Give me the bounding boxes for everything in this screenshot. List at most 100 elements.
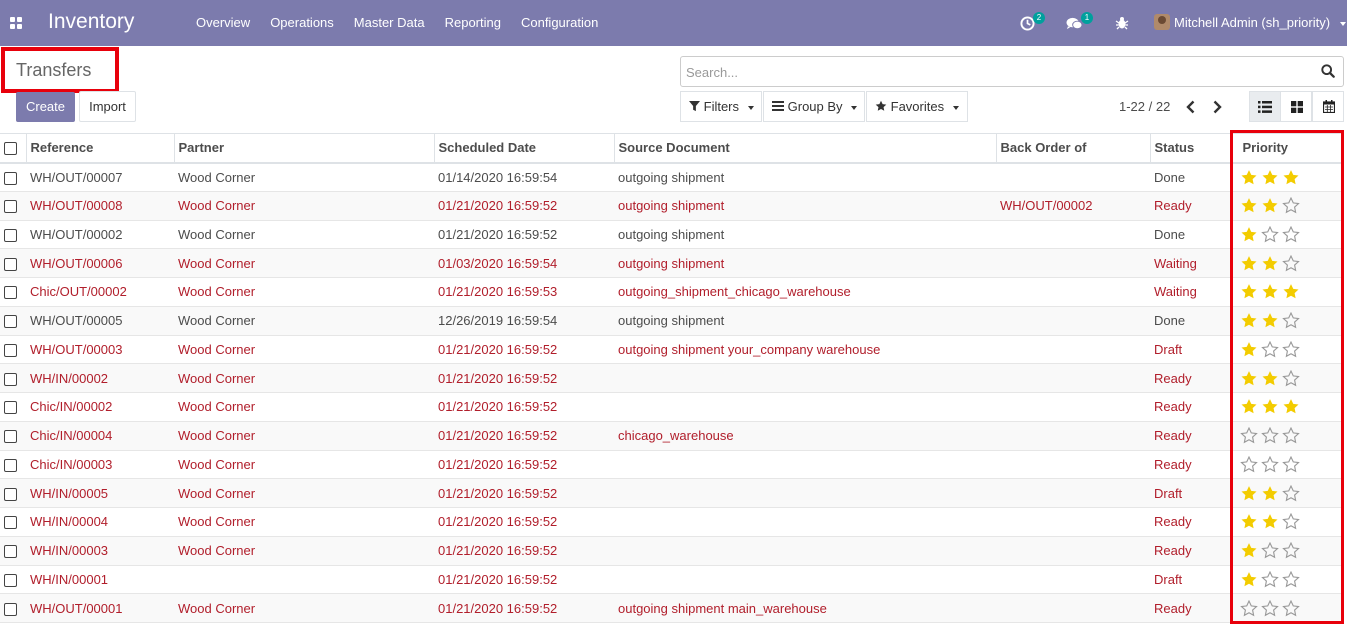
star-empty-icon[interactable] <box>1282 513 1300 530</box>
table-row[interactable]: WH/IN/00001 01/21/2020 16:59:52 Draft <box>0 565 1343 595</box>
row-select-cell[interactable] <box>0 306 26 336</box>
row-checkbox[interactable] <box>4 401 17 415</box>
row-checkbox[interactable] <box>4 286 17 300</box>
create-button[interactable]: Create <box>16 92 75 122</box>
row-select-cell[interactable] <box>0 536 26 566</box>
row-checkbox[interactable] <box>4 602 17 616</box>
row-select-cell[interactable] <box>0 277 26 307</box>
table-row[interactable]: WH/OUT/00006 Wood Corner 01/03/2020 16:59:… <box>0 248 1343 278</box>
star-empty-icon[interactable] <box>1282 312 1300 329</box>
star-empty-icon[interactable] <box>1240 427 1258 444</box>
star-empty-icon[interactable] <box>1240 599 1258 617</box>
star-filled-icon[interactable] <box>1240 513 1258 530</box>
select-all-cell[interactable] <box>0 133 27 164</box>
star-filled-icon[interactable] <box>1282 169 1300 186</box>
row-checkbox[interactable] <box>4 487 17 501</box>
group-by-button[interactable]: Group By <box>763 91 865 122</box>
menu-reporting[interactable]: Reporting <box>445 15 501 30</box>
star-empty-icon[interactable] <box>1282 340 1300 358</box>
column-back-order-of[interactable]: Back Order of <box>996 133 1151 164</box>
star-empty-icon[interactable] <box>1282 542 1300 559</box>
calendar-view-button[interactable] <box>1312 91 1344 122</box>
star-filled-icon[interactable] <box>1240 398 1258 415</box>
star-filled-icon[interactable] <box>1240 485 1258 502</box>
star-empty-icon[interactable] <box>1282 427 1300 444</box>
star-empty-icon[interactable] <box>1261 455 1279 473</box>
row-select-cell[interactable] <box>0 593 26 623</box>
row-select-cell[interactable] <box>0 162 26 192</box>
activity-button[interactable]: 2 <box>1020 12 1050 33</box>
search-icon[interactable] <box>1321 64 1335 78</box>
table-row[interactable]: WH/OUT/00007 Wood Corner 01/14/2020 16:59:… <box>0 162 1343 192</box>
row-select-cell[interactable] <box>0 392 26 422</box>
star-filled-icon[interactable] <box>1240 542 1258 559</box>
star-filled-icon[interactable] <box>1261 513 1279 530</box>
star-empty-icon[interactable] <box>1282 455 1300 473</box>
row-checkbox[interactable] <box>4 200 17 214</box>
star-empty-icon[interactable] <box>1282 197 1300 214</box>
star-empty-icon[interactable] <box>1261 542 1279 559</box>
select-all-checkbox[interactable] <box>4 142 17 156</box>
row-checkbox[interactable] <box>4 573 17 587</box>
pager-value[interactable]: 1-22 / 22 <box>1119 99 1170 114</box>
row-checkbox[interactable] <box>4 257 17 271</box>
star-filled-icon[interactable] <box>1240 226 1258 243</box>
app-title[interactable]: Inventory <box>48 10 134 34</box>
star-filled-icon[interactable] <box>1282 398 1300 415</box>
column-source-document[interactable]: Source Document <box>614 133 997 164</box>
star-empty-icon[interactable] <box>1261 225 1279 243</box>
row-select-cell[interactable] <box>0 363 26 393</box>
star-empty-icon[interactable] <box>1282 484 1300 502</box>
table-row[interactable]: WH/IN/00002 Wood Corner 01/21/2020 16:59:5… <box>0 363 1343 393</box>
star-empty-icon[interactable] <box>1261 570 1279 588</box>
column-partner[interactable]: Partner <box>174 133 435 164</box>
star-empty-icon[interactable] <box>1282 254 1300 272</box>
row-checkbox[interactable] <box>4 171 17 185</box>
star-empty-icon[interactable] <box>1261 427 1279 444</box>
star-filled-icon[interactable] <box>1261 283 1279 300</box>
row-checkbox[interactable] <box>4 315 17 329</box>
star-filled-icon[interactable] <box>1261 197 1279 214</box>
table-row[interactable]: WH/IN/00005 Wood Corner 01/21/2020 16:59:5… <box>0 478 1343 508</box>
table-row[interactable]: WH/IN/00004 Wood Corner 01/21/2020 16:59:5… <box>0 507 1343 537</box>
row-select-cell[interactable] <box>0 335 26 365</box>
star-empty-icon[interactable] <box>1261 340 1279 358</box>
table-row[interactable]: WH/OUT/00003 Wood Corner 01/21/2020 16:59:… <box>0 335 1343 365</box>
column-reference[interactable]: Reference <box>26 133 175 164</box>
table-row[interactable]: WH/OUT/00005 Wood Corner 12/26/2019 16:59:… <box>0 306 1343 336</box>
table-row[interactable]: Chic/IN/00004 Wood Corner 01/21/2020 16:59… <box>0 421 1343 451</box>
star-filled-icon[interactable] <box>1261 398 1279 415</box>
table-row[interactable]: WH/OUT/00001 Wood Corner 01/21/2020 16:59:… <box>0 593 1343 623</box>
table-row[interactable]: WH/OUT/00008 Wood Corner 01/21/2020 16:59:… <box>0 191 1343 221</box>
chevron-left-icon[interactable] <box>1184 99 1198 115</box>
star-filled-icon[interactable] <box>1240 283 1258 300</box>
row-checkbox[interactable] <box>4 372 17 386</box>
chevron-right-icon[interactable] <box>1210 99 1224 115</box>
row-checkbox[interactable] <box>4 516 17 530</box>
messages-button[interactable]: 1 <box>1066 12 1096 33</box>
table-row[interactable]: Chic/IN/00003 Wood Corner 01/21/2020 16:59… <box>0 450 1343 480</box>
star-filled-icon[interactable] <box>1240 370 1258 387</box>
star-filled-icon[interactable] <box>1282 283 1300 300</box>
list-view-button[interactable] <box>1249 91 1281 122</box>
row-select-cell[interactable] <box>0 248 26 278</box>
table-row[interactable]: Chic/IN/00002 Wood Corner 01/21/2020 16:59… <box>0 392 1343 422</box>
star-filled-icon[interactable] <box>1240 312 1258 329</box>
user-menu[interactable]: Mitchell Admin (sh_priority) <box>1174 15 1346 30</box>
star-empty-icon[interactable] <box>1282 225 1300 243</box>
table-row[interactable]: WH/OUT/00002 Wood Corner 01/21/2020 16:59:… <box>0 220 1343 250</box>
debug-button[interactable] <box>1114 13 1130 33</box>
star-empty-icon[interactable] <box>1240 455 1258 473</box>
row-checkbox[interactable] <box>4 458 17 472</box>
menu-operations[interactable]: Operations <box>270 15 334 30</box>
search-input[interactable] <box>686 63 1306 81</box>
apps-grid-icon[interactable] <box>10 17 22 29</box>
row-select-cell[interactable] <box>0 191 26 221</box>
star-filled-icon[interactable] <box>1261 255 1279 272</box>
star-filled-icon[interactable] <box>1240 255 1258 272</box>
star-empty-icon[interactable] <box>1282 599 1300 617</box>
row-select-cell[interactable] <box>0 478 26 508</box>
table-row[interactable]: WH/IN/00003 Wood Corner 01/21/2020 16:59:5… <box>0 536 1343 566</box>
star-filled-icon[interactable] <box>1261 485 1279 502</box>
row-checkbox[interactable] <box>4 430 17 444</box>
